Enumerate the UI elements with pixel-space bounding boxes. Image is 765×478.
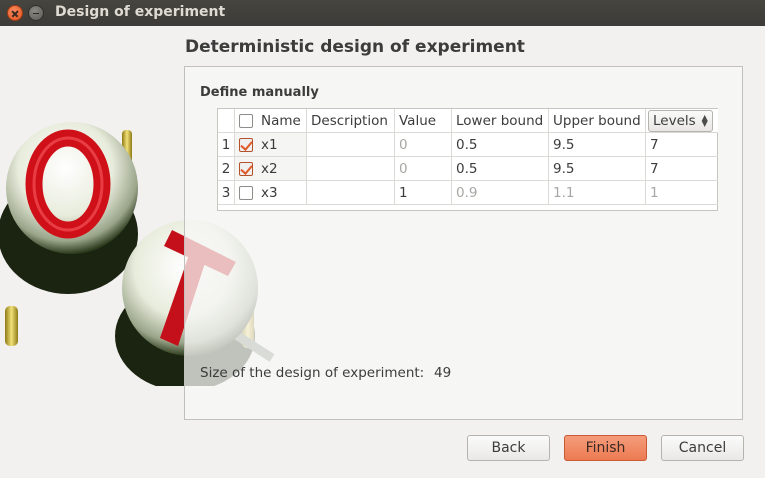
header-name-label: Name [261, 112, 301, 129]
header-description[interactable]: Description [307, 109, 395, 133]
row-lower-bound[interactable]: 0.5 [452, 157, 549, 181]
row-levels[interactable]: 7 [646, 157, 718, 181]
row-description[interactable] [307, 133, 395, 157]
row-value[interactable]: 1 [395, 181, 452, 205]
header-upper-bound[interactable]: Upper bound [549, 109, 646, 133]
cancel-button[interactable]: Cancel [661, 435, 744, 461]
row-name: x3 [261, 184, 278, 201]
row-name: x2 [261, 160, 278, 177]
row-checkbox[interactable] [239, 185, 253, 200]
row-name-cell[interactable]: x1 [235, 133, 307, 157]
variables-table: Name Description Value Lower bound Upper… [217, 108, 718, 211]
row-checkbox[interactable] [239, 137, 253, 152]
corner-header [218, 109, 235, 133]
header-levels[interactable]: Levels ▲ ▼ [646, 109, 718, 133]
row-number[interactable]: 2 [218, 157, 235, 181]
section-title: Define manually [200, 85, 319, 100]
header-name[interactable]: Name [235, 109, 307, 133]
row-upper-bound[interactable]: 1.1 [549, 181, 646, 205]
back-button[interactable]: Back [467, 435, 550, 461]
row-description[interactable] [307, 157, 395, 181]
row-upper-bound[interactable]: 9.5 [549, 157, 646, 181]
row-lower-bound[interactable]: 0.5 [452, 133, 549, 157]
levels-combo-label: Levels [653, 112, 696, 129]
minimize-window-icon[interactable] [28, 5, 44, 21]
select-all-checkbox[interactable] [239, 113, 253, 128]
row-number[interactable]: 1 [218, 133, 235, 157]
row-upper-bound[interactable]: 9.5 [549, 133, 646, 157]
row-levels[interactable]: 1 [646, 181, 718, 205]
spin-arrows-icon: ▲ ▼ [701, 112, 708, 128]
row-number[interactable]: 3 [218, 181, 235, 205]
row-checkbox[interactable] [239, 161, 253, 176]
row-name: x1 [261, 136, 278, 153]
design-size-label: Size of the design of experiment: [200, 365, 425, 381]
header-value[interactable]: Value [395, 109, 452, 133]
row-levels[interactable]: 7 [646, 133, 718, 157]
design-panel: Define manually Name Description Value L… [184, 66, 743, 420]
row-description[interactable] [307, 181, 395, 205]
row-name-cell[interactable]: x3 [235, 181, 307, 205]
header-lower-bound[interactable]: Lower bound [452, 109, 549, 133]
levels-combo[interactable]: Levels ▲ ▼ [648, 109, 713, 132]
row-value[interactable]: 0 [395, 157, 452, 181]
close-window-icon[interactable] [7, 5, 23, 21]
finish-button[interactable]: Finish [564, 435, 647, 461]
design-size-value: 49 [434, 365, 452, 381]
window-title: Design of experiment [55, 4, 226, 20]
row-lower-bound[interactable]: 0.9 [452, 181, 549, 205]
page-title: Deterministic design of experiment [185, 37, 525, 57]
row-value[interactable]: 0 [395, 133, 452, 157]
title-bar: Design of experiment [0, 0, 765, 26]
row-name-cell[interactable]: x2 [235, 157, 307, 181]
